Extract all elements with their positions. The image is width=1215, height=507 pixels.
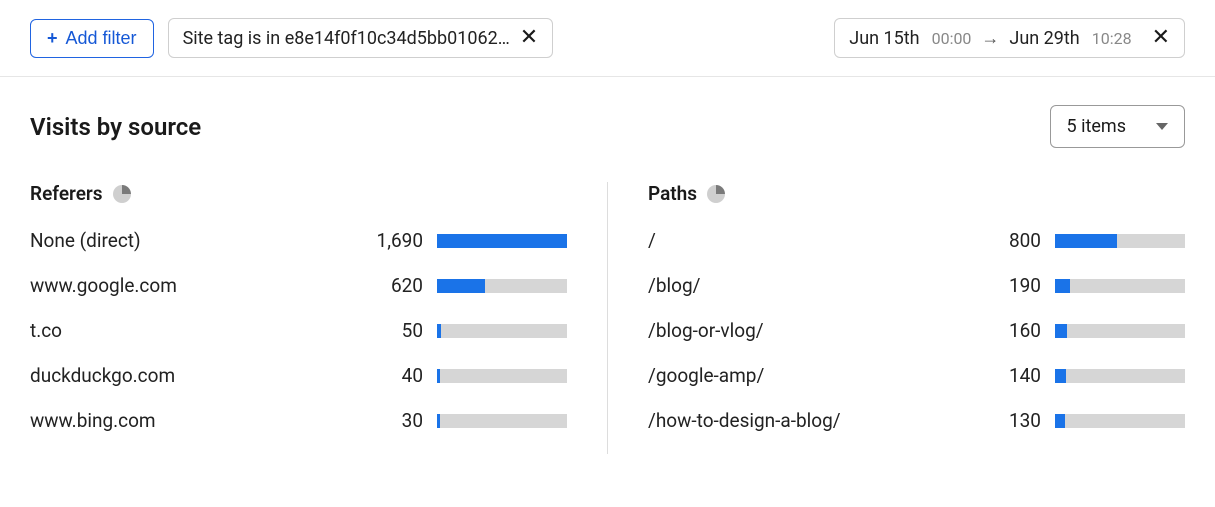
close-icon[interactable]: ✕ (1152, 27, 1170, 49)
filter-chip-label: Site tag is in e8e14f0f10c34d5bb01062… (183, 28, 510, 49)
bar (437, 234, 567, 248)
row-value: 140 (981, 364, 1041, 387)
date-range-chip[interactable]: Jun 15th 00:00 → Jun 29th 10:28 ✕ (834, 18, 1185, 58)
bar (437, 369, 567, 383)
row-name: t.co (30, 319, 349, 342)
bar-fill (1055, 324, 1067, 338)
list-item[interactable]: / 800 (648, 229, 1185, 252)
row-value: 800 (981, 229, 1041, 252)
row-name: / (648, 229, 967, 252)
row-value: 190 (981, 274, 1041, 297)
bar (1055, 324, 1185, 338)
list-item[interactable]: None (direct) 1,690 (30, 229, 567, 252)
bar-fill (1055, 234, 1117, 248)
referers-header: Referers (30, 182, 567, 205)
add-filter-label: Add filter (66, 28, 137, 49)
date-end: Jun 29th (1009, 28, 1079, 49)
list-item[interactable]: /blog-or-vlog/160 (648, 319, 1185, 342)
bar (437, 279, 567, 293)
section-title: Visits by source (30, 113, 201, 141)
bar-fill (1055, 279, 1070, 293)
plus-icon: + (47, 29, 58, 47)
bar-fill (437, 414, 440, 428)
row-name: /how-to-design-a-blog/ (648, 409, 967, 432)
bar (1055, 369, 1185, 383)
row-name: www.google.com (30, 274, 349, 297)
row-value: 40 (363, 364, 423, 387)
bar-fill (437, 234, 567, 248)
chevron-down-icon (1156, 123, 1168, 130)
row-value: 620 (363, 274, 423, 297)
row-value: 30 (363, 409, 423, 432)
referers-rows: None (direct) 1,690 www.google.com 620 t.co 5… (30, 229, 567, 432)
filter-chip-site-tag[interactable]: Site tag is in e8e14f0f10c34d5bb01062… ✕ (168, 18, 554, 58)
close-icon[interactable]: ✕ (520, 27, 538, 49)
bar (1055, 279, 1185, 293)
row-name: www.bing.com (30, 409, 349, 432)
row-value: 160 (981, 319, 1041, 342)
list-item[interactable]: /blog/190 (648, 274, 1185, 297)
pie-chart-icon[interactable] (113, 185, 131, 203)
row-name: /google-amp/ (648, 364, 967, 387)
row-name: None (direct) (30, 229, 349, 252)
date-start: Jun 15th (849, 28, 919, 49)
bar (437, 324, 567, 338)
list-item[interactable]: /how-to-design-a-blog/130 (648, 409, 1185, 432)
row-name: duckduckgo.com (30, 364, 349, 387)
toolbar: + Add filter Site tag is in e8e14f0f10c3… (0, 0, 1215, 77)
row-value: 1,690 (363, 229, 423, 252)
paths-title: Paths (648, 182, 697, 205)
paths-column: Paths / 800/blog/190/blog-or-vlog/160/goo… (607, 182, 1185, 454)
referers-title: Referers (30, 182, 103, 205)
list-item[interactable]: www.bing.com 30 (30, 409, 567, 432)
bar (1055, 234, 1185, 248)
date-end-time: 10:28 (1092, 29, 1132, 48)
bar-fill (1055, 369, 1066, 383)
items-count-select[interactable]: 5 items (1050, 105, 1185, 148)
bar-fill (437, 324, 441, 338)
bar-fill (437, 279, 485, 293)
row-name: /blog-or-vlog/ (648, 319, 967, 342)
add-filter-button[interactable]: + Add filter (30, 19, 154, 58)
row-value: 130 (981, 409, 1041, 432)
pie-chart-icon[interactable] (707, 185, 725, 203)
referers-column: Referers None (direct) 1,690 www.google.co… (30, 182, 607, 454)
arrow-right-icon: → (981, 28, 999, 49)
paths-header: Paths (648, 182, 1185, 205)
list-item[interactable]: www.google.com 620 (30, 274, 567, 297)
bar-fill (437, 369, 440, 383)
bar-fill (1055, 414, 1065, 428)
list-item[interactable]: t.co 50 (30, 319, 567, 342)
date-start-time: 00:00 (932, 29, 972, 48)
items-select-label: 5 items (1067, 116, 1126, 137)
paths-rows: / 800/blog/190/blog-or-vlog/160/google-am… (648, 229, 1185, 432)
row-name: /blog/ (648, 274, 967, 297)
visits-by-source-section: Visits by source 5 items Referers None (… (0, 77, 1215, 474)
section-header: Visits by source 5 items (30, 105, 1185, 148)
row-value: 50 (363, 319, 423, 342)
columns: Referers None (direct) 1,690 www.google.co… (30, 182, 1185, 454)
list-item[interactable]: /google-amp/140 (648, 364, 1185, 387)
bar (437, 414, 567, 428)
bar (1055, 414, 1185, 428)
list-item[interactable]: duckduckgo.com 40 (30, 364, 567, 387)
